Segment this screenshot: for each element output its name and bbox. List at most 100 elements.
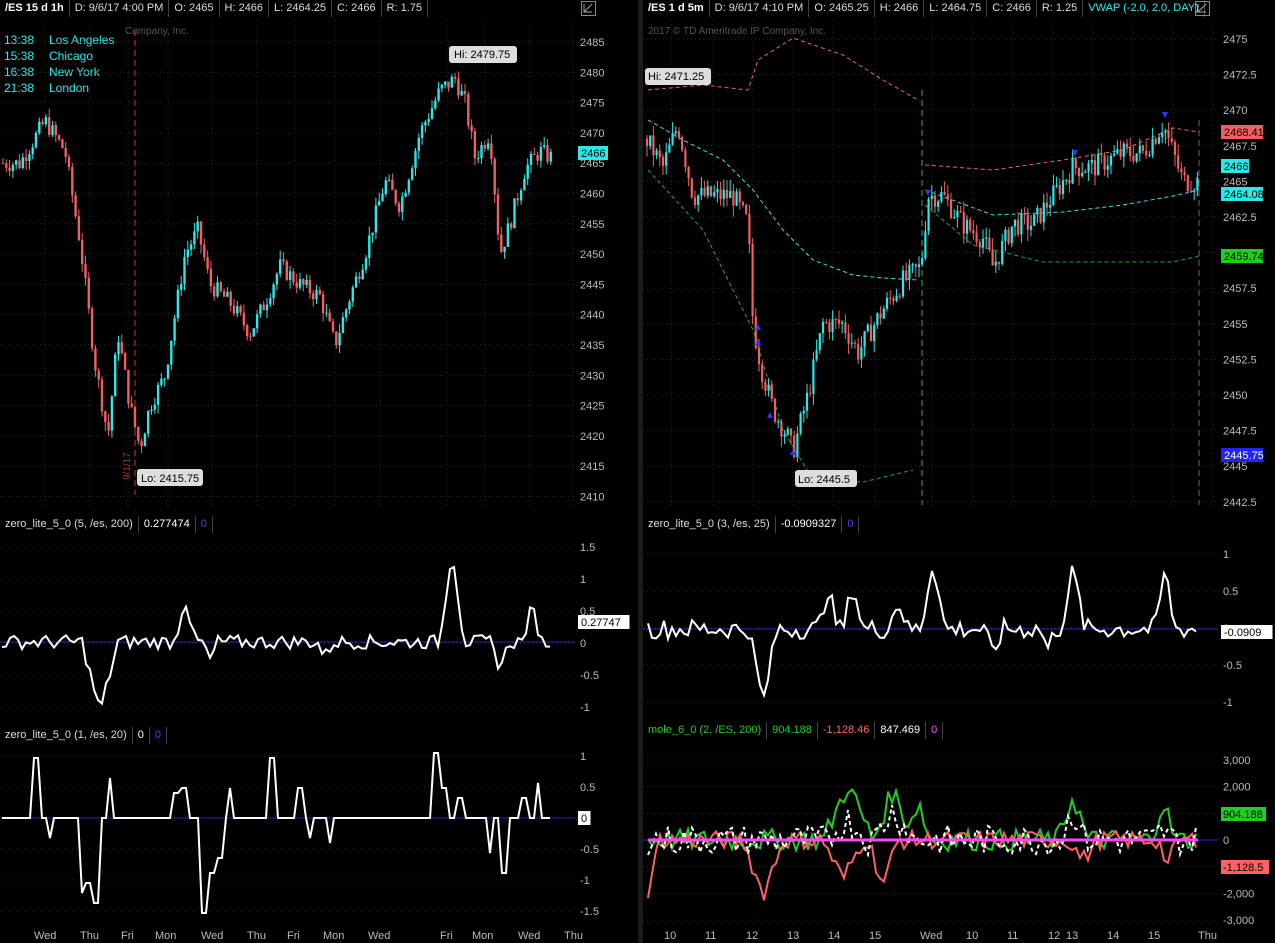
candle: [8, 167, 11, 171]
axis-tick-label: 0.5: [580, 782, 595, 794]
candle: [450, 76, 453, 88]
candle: [652, 135, 655, 156]
candle: [460, 90, 463, 96]
candle: [384, 180, 387, 194]
candle: [965, 219, 969, 234]
axis-tick-label: 2470: [1223, 105, 1247, 117]
candle: [345, 309, 348, 318]
candle: [828, 322, 831, 332]
candle: [1177, 155, 1180, 169]
axis-tick-label: 0.5: [1223, 586, 1238, 598]
candle: [1154, 138, 1157, 144]
candle: [677, 131, 681, 138]
x-axis-label: 12: [1048, 930, 1061, 942]
candle: [262, 304, 265, 311]
candle: [203, 244, 206, 258]
x-axis-label: 15: [1148, 930, 1161, 942]
candle: [470, 125, 473, 132]
candle: [536, 154, 539, 161]
candle: [1058, 184, 1061, 195]
candle: [272, 284, 275, 299]
candle: [302, 279, 305, 285]
candle: [387, 179, 391, 181]
candle: [869, 324, 873, 342]
candle: [1004, 229, 1007, 242]
axis-tick-label: 2462.5: [1223, 212, 1257, 224]
candle: [799, 413, 802, 434]
candle: [549, 151, 552, 162]
candle: [170, 340, 173, 365]
candle: [645, 138, 649, 147]
candle: [34, 132, 38, 148]
candle: [786, 428, 789, 435]
candle: [773, 398, 777, 422]
candle: [18, 160, 21, 169]
candle: [898, 295, 901, 297]
candle: [213, 286, 216, 297]
candle: [189, 244, 193, 250]
candle: [193, 231, 196, 245]
candle: [74, 195, 77, 217]
candle: [1148, 154, 1151, 156]
x-axis-label: 13: [787, 930, 800, 942]
right-last-price-badge: 2466: [1221, 159, 1249, 173]
vwap-upper-badge: 2468.41: [1221, 125, 1264, 139]
right-study2-panel[interactable]: mole_6_0 (2, /ES, 200) 904.188 -1,128.46…: [643, 719, 1275, 928]
candle: [453, 76, 457, 79]
left-candlestick-chart[interactable]: 9/1/17 Hi: 2479.75 Lo: 2415.75 2485 2480 2…: [0, 0, 638, 511]
candle: [809, 392, 812, 394]
candle: [500, 234, 503, 253]
candle: [837, 319, 841, 324]
svg-text:2466: 2466: [1224, 161, 1248, 173]
candle: [1049, 205, 1052, 208]
axis-tick-label: 3,000: [1223, 755, 1251, 767]
candle: [994, 261, 997, 266]
left-study1-panel[interactable]: zero_lite_5_0 (5, /es, 200) 0.277474 0 1…: [0, 513, 638, 722]
candle: [523, 178, 526, 191]
x-axis-label: 14: [1107, 930, 1120, 942]
left-price-panel[interactable]: /ES 15 d 1h D: 9/6/17 4:00 PM O: 2465 H:…: [0, 0, 638, 511]
sell-arrow-icon: [925, 190, 931, 196]
sell-arrow-icon: [1162, 112, 1168, 118]
candle: [506, 223, 510, 247]
candle: [943, 192, 946, 195]
candle: [1097, 153, 1100, 176]
candle: [735, 191, 738, 206]
svg-text:904.188: 904.188: [1223, 809, 1263, 821]
candle: [690, 178, 693, 198]
axis-tick-label: 2455: [1223, 319, 1247, 331]
candle: [420, 125, 424, 138]
candle: [546, 145, 549, 162]
axis-tick-label: 2415: [580, 461, 604, 473]
svg-text:Hi: 2479.75: Hi: 2479.75: [454, 49, 510, 61]
candle: [463, 90, 467, 95]
candle: [933, 195, 937, 207]
left-study2-panel[interactable]: zero_lite_5_0 (1, /es, 20) 0 0 10.50-0.5…: [0, 724, 638, 928]
axis-tick-label: -1: [580, 875, 590, 887]
candle: [1090, 160, 1093, 164]
right-candlestick-chart[interactable]: Hi: 2471.25 Lo: 2445.5 2475 2472.5 2470 246…: [643, 0, 1275, 511]
candle: [378, 201, 381, 206]
candle: [259, 304, 262, 315]
candle: [427, 118, 430, 123]
candle: [315, 289, 318, 300]
candle: [84, 263, 87, 278]
candle: [180, 284, 183, 290]
candle: [123, 352, 127, 370]
axis-tick-label: 2485: [580, 37, 604, 49]
axis-tick-label: 2450: [1223, 390, 1247, 402]
right-study1-panel[interactable]: zero_lite_5_0 (3, /es, 25) -0.0909327 0 …: [643, 513, 1275, 717]
candle: [1026, 214, 1029, 230]
vwap-badge: 2464.08: [1221, 187, 1264, 201]
buy-arrow-icon: [767, 412, 773, 418]
right-price-panel[interactable]: /ES 1 d 5m D: 9/6/17 4:10 PM O: 2465.25 …: [643, 0, 1275, 511]
axis-tick-label: -1: [1223, 697, 1233, 709]
x-axis-label: Mon: [155, 930, 177, 942]
candle: [882, 308, 885, 319]
candle: [700, 187, 703, 196]
candle: [1183, 172, 1186, 176]
candle: [697, 195, 700, 205]
lo-label: Lo: 2445.5: [795, 470, 857, 487]
candle: [1138, 145, 1141, 154]
candle: [236, 306, 239, 314]
